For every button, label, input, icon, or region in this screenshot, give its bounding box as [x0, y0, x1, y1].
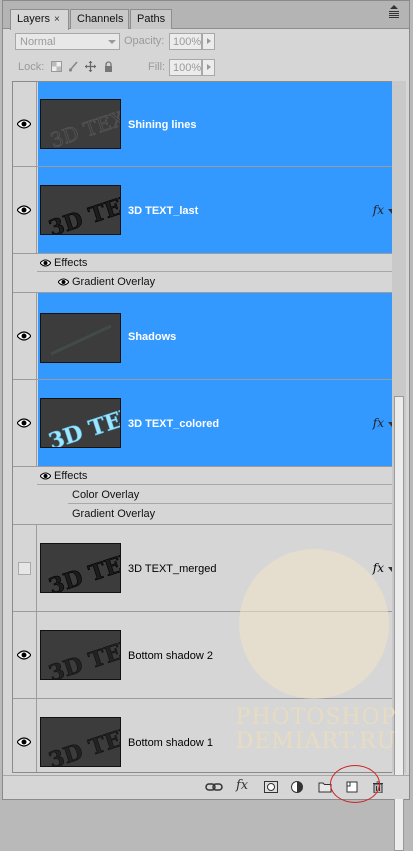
- eye-icon[interactable]: [40, 472, 51, 480]
- blend-opacity-row: Normal Opacity: 100%: [3, 29, 409, 55]
- lock-all-icon[interactable]: [103, 61, 114, 72]
- thumb-text: 3D TEXT: [46, 186, 120, 234]
- layer-thumbnail: 3D TEXT: [40, 398, 121, 448]
- visibility-cell[interactable]: [13, 380, 37, 466]
- layer-body[interactable]: Shadows: [38, 293, 402, 379]
- visibility-cell[interactable]: [13, 167, 37, 253]
- layer-name[interactable]: 3D TEXT_colored: [128, 418, 219, 430]
- eye-icon[interactable]: [17, 205, 31, 215]
- layer-name[interactable]: 3D TEXT_last: [128, 205, 198, 217]
- layer-body[interactable]: 3D TEXT 3D TEXT_colored fx: [38, 380, 402, 466]
- tab-channels[interactable]: Channels: [70, 9, 129, 29]
- layer-name[interactable]: 3D TEXT_merged: [128, 563, 216, 575]
- layer-row[interactable]: 3D TEXT 3D TEXT_last fx: [13, 167, 402, 254]
- fx-icon: fx: [372, 561, 384, 575]
- tab-paths-label: Paths: [137, 13, 166, 25]
- layer-row[interactable]: 3D TEXT 3D TEXT_colored fx: [13, 380, 402, 467]
- layer-thumbnail: 3D TEXT: [40, 717, 121, 767]
- effect-item-row[interactable]: Color Overlay: [13, 486, 402, 505]
- thumb-text: 3D TEXT: [46, 544, 120, 592]
- visibility-cell[interactable]: [13, 82, 37, 166]
- fx-icon: fx: [372, 203, 384, 217]
- visibility-cell[interactable]: [13, 612, 37, 698]
- fill-label: Fill:: [148, 61, 166, 73]
- panel-tab-bar: Layers × Channels Paths: [3, 1, 409, 30]
- scrollbar[interactable]: [392, 81, 406, 851]
- layer-thumbnail: 3D TEXT: [40, 185, 121, 235]
- chevron-down-icon: [108, 40, 116, 44]
- fill-value: 100%: [173, 62, 202, 74]
- layer-thumbnail: 3D TEXT: [40, 99, 121, 149]
- visibility-cell[interactable]: [13, 525, 37, 611]
- blend-mode-value: Normal: [20, 36, 56, 48]
- layer-name[interactable]: Shining lines: [128, 119, 196, 131]
- tab-paths[interactable]: Paths: [130, 9, 172, 29]
- layer-name[interactable]: Bottom shadow 1: [128, 737, 213, 749]
- layer-row[interactable]: Shadows: [13, 293, 402, 380]
- effects-label: Effects: [54, 470, 88, 482]
- eye-icon[interactable]: [17, 737, 31, 747]
- eye-icon[interactable]: [40, 259, 51, 267]
- layer-body[interactable]: 3D TEXT 3D TEXT_last fx: [38, 167, 402, 253]
- effects-row[interactable]: Effects: [13, 254, 402, 273]
- mask-icon[interactable]: [264, 781, 278, 793]
- fx-icon[interactable]: fx: [236, 778, 256, 793]
- thumb-text: 3D TEXT: [46, 718, 120, 766]
- lock-brush-icon[interactable]: [68, 61, 79, 72]
- tab-channels-label: Channels: [77, 13, 124, 25]
- eye-icon[interactable]: [17, 331, 31, 341]
- eye-icon[interactable]: [58, 278, 69, 286]
- layer-thumbnail: 3D TEXT: [40, 543, 121, 593]
- opacity-stepper[interactable]: [202, 33, 215, 50]
- visibility-cell[interactable]: [13, 293, 37, 379]
- watermark-line: DEMIART.RU: [235, 729, 397, 754]
- effect-item-row[interactable]: Gradient Overlay: [13, 273, 402, 293]
- close-tab-icon[interactable]: ×: [54, 14, 60, 25]
- watermark-logo: [239, 549, 389, 699]
- fx-icon: fx: [372, 416, 384, 430]
- link-layers-icon[interactable]: [205, 781, 223, 793]
- layer-thumbnail: 3D TEXT: [40, 630, 121, 680]
- layer-row[interactable]: 3D TEXT Shining lines: [13, 82, 402, 167]
- tab-layers-label: Layers: [17, 13, 51, 25]
- lock-transparency-icon[interactable]: [51, 61, 62, 72]
- lock-fill-row: Lock: Fill: 100%: [3, 55, 409, 81]
- opacity-field[interactable]: 100%: [169, 33, 202, 50]
- layer-name[interactable]: Shadows: [128, 331, 176, 343]
- effects-row[interactable]: Effects: [13, 467, 402, 486]
- eye-icon[interactable]: [17, 418, 31, 428]
- highlight-circle-annotation: [330, 765, 380, 803]
- panel-menu-icon[interactable]: [387, 5, 401, 19]
- eye-icon[interactable]: [17, 119, 31, 129]
- watermark-line: PHOTOSHOP: [235, 705, 397, 730]
- fill-stepper[interactable]: [202, 59, 215, 76]
- layer-body[interactable]: 3D TEXT Shining lines: [38, 82, 402, 166]
- eye-icon[interactable]: [17, 650, 31, 660]
- thumb-text: 3D TEXT: [46, 399, 120, 447]
- lock-label: Lock:: [18, 61, 45, 73]
- blend-mode-select[interactable]: Normal: [15, 33, 120, 50]
- layer-thumbnail: [40, 313, 121, 363]
- opacity-label: Opacity:: [124, 35, 165, 47]
- adjustment-icon[interactable]: [291, 781, 305, 793]
- fill-field[interactable]: 100%: [169, 59, 202, 76]
- layer-name[interactable]: Bottom shadow 2: [128, 650, 213, 662]
- effect-item-label: Gradient Overlay: [72, 276, 156, 288]
- effects-label: Effects: [54, 257, 88, 269]
- visibility-toggle-off[interactable]: [18, 562, 31, 575]
- watermark-text: PHOTOSHOP DEMIART.RU: [231, 706, 401, 754]
- lock-move-icon[interactable]: [85, 61, 96, 72]
- thumb-text: 3D TEXT: [46, 631, 120, 679]
- thumb-text: 3D TEXT: [47, 102, 120, 148]
- tab-layers[interactable]: Layers ×: [10, 9, 69, 30]
- effect-item-row[interactable]: Gradient Overlay: [13, 505, 402, 525]
- effect-item-label: Color Overlay: [72, 489, 140, 501]
- layers-panel: Layers × Channels Paths Normal Opacity: 1…: [2, 0, 410, 851]
- opacity-value: 100%: [173, 36, 202, 48]
- visibility-cell[interactable]: [13, 699, 37, 772]
- effect-item-label: Gradient Overlay: [72, 508, 156, 520]
